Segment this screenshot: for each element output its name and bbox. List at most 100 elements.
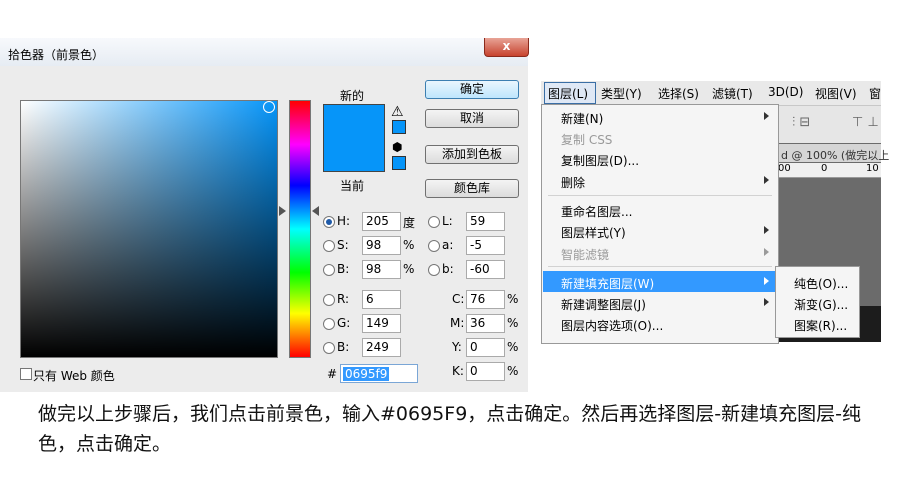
dialog-title: 拾色器（前景色） [8, 48, 105, 62]
label-y: Y: [452, 340, 462, 354]
radio-h[interactable] [323, 216, 335, 228]
menu-item-layer-style[interactable]: 图层样式(Y) [561, 224, 626, 241]
submenu-arrow-icon [764, 277, 769, 285]
radio-a[interactable] [428, 240, 440, 252]
unit-k: % [507, 364, 519, 378]
ok-button[interactable]: 确定 [425, 80, 519, 99]
web-safe-swatch[interactable] [392, 156, 406, 170]
distribute-icon[interactable]: ⊤ ⊥ [852, 115, 879, 130]
label-m: M: [450, 316, 465, 330]
label-a: a: [442, 238, 454, 252]
input-a[interactable]: -5 [466, 236, 505, 255]
submenu-item-pattern[interactable]: 图案(R)... [794, 317, 847, 334]
new-color-swatch [323, 104, 385, 141]
menubar-item-type[interactable]: 类型(Y) [601, 85, 642, 102]
saturation-brightness-field[interactable] [20, 100, 278, 358]
instruction-caption: 做完以上步骤后，我们点击前景色，输入#0695F9，点击确定。然后再选择图层-新… [38, 403, 862, 455]
hue-slider[interactable] [289, 100, 311, 358]
menubar-item-3d[interactable]: 3D(D) [768, 85, 803, 99]
input-c[interactable]: 76 [466, 290, 505, 309]
radio-s[interactable] [323, 240, 335, 252]
add-to-swatches-button[interactable]: 添加到色板 [425, 145, 519, 164]
input-g[interactable]: 149 [362, 314, 401, 333]
input-b[interactable]: 98 [362, 260, 401, 279]
input-k[interactable]: 0 [466, 362, 505, 381]
menu-item-layer-content-options[interactable]: 图层内容选项(O)... [561, 317, 663, 334]
unit-c: % [507, 292, 519, 306]
submenu-arrow-icon [764, 298, 769, 306]
hex-label: # [327, 367, 338, 381]
label-b: B: [337, 262, 350, 276]
new-color-label: 新的 [340, 89, 365, 103]
menu-separator [548, 195, 772, 196]
close-button[interactable]: x [484, 38, 529, 57]
submenu-arrow-icon [764, 112, 769, 120]
label-l: L: [442, 214, 453, 228]
menu-separator [548, 266, 772, 267]
menu-item-new-fill-layer[interactable]: 新建填充图层(W) [561, 275, 654, 292]
label-r: R: [337, 292, 350, 306]
submenu-arrow-icon [764, 248, 769, 256]
label-h: H: [337, 214, 351, 228]
hex-value[interactable]: 0695f9 [343, 367, 390, 381]
input-r[interactable]: 6 [362, 290, 401, 309]
label-lab-b: b: [442, 262, 454, 276]
menubar-item-layer[interactable]: 图层(L) [548, 85, 588, 102]
radio-lab-b[interactable] [428, 264, 440, 276]
input-h[interactable]: 205 [362, 212, 401, 231]
radio-r[interactable] [323, 294, 335, 306]
web-only-checkbox[interactable] [20, 368, 32, 380]
unit-y: % [507, 340, 519, 354]
menu-item-rename-layer[interactable]: 重命名图层... [561, 203, 632, 220]
input-lab-b[interactable]: -60 [466, 260, 505, 279]
menubar-item-filter[interactable]: 滤镜(T) [712, 85, 753, 102]
submenu-item-gradient[interactable]: 渐变(G)... [794, 296, 848, 313]
unit-m: % [507, 316, 519, 330]
menubar-item-select[interactable]: 选择(S) [658, 85, 699, 102]
document-tab-title: d @ 100% (做完以上 [781, 149, 890, 162]
ruler-label: 00 [778, 163, 791, 174]
submenu-arrow-icon [764, 176, 769, 184]
radio-g[interactable] [323, 318, 335, 330]
unit-s: % [403, 238, 415, 252]
gamut-warning-icon[interactable]: ⚠ [391, 104, 404, 120]
cancel-button[interactable]: 取消 [425, 109, 519, 128]
radio-rgb-b[interactable] [323, 342, 335, 354]
web-safe-cube-icon[interactable]: ⬢ [392, 140, 402, 154]
menu-item-copy-css: 复制 CSS [561, 133, 613, 147]
unit-b: % [403, 262, 415, 276]
radio-b[interactable] [323, 264, 335, 276]
menu-item-new-adjustment-layer[interactable]: 新建调整图层(J) [561, 296, 646, 313]
hue-slider-right-arrow-icon[interactable] [312, 206, 319, 216]
web-only-label: 只有 Web 颜色 [33, 369, 115, 383]
ruler-label: 10 [866, 163, 879, 174]
label-c: C: [452, 292, 465, 306]
label-g: G: [337, 316, 351, 330]
input-y[interactable]: 0 [466, 338, 505, 357]
submenu-item-solid-color[interactable]: 纯色(O)... [794, 275, 848, 292]
input-l[interactable]: 59 [466, 212, 505, 231]
menu-item-new[interactable]: 新建(N) [561, 110, 603, 127]
input-s[interactable]: 98 [362, 236, 401, 255]
gamut-warning-swatch[interactable] [392, 120, 406, 134]
unit-h: 度 [403, 216, 416, 230]
label-rgb-b: B: [337, 340, 350, 354]
current-color-swatch[interactable] [323, 140, 385, 172]
menubar-item-view[interactable]: 视图(V) [815, 85, 857, 102]
menubar-item-window[interactable]: 窗 [869, 85, 881, 102]
menu-item-delete[interactable]: 删除 [561, 174, 585, 191]
input-m[interactable]: 36 [466, 314, 505, 333]
submenu-arrow-icon [764, 226, 769, 234]
radio-l[interactable] [428, 216, 440, 228]
label-s: S: [337, 238, 349, 252]
hue-slider-left-arrow-icon[interactable] [279, 206, 286, 216]
input-rgb-b[interactable]: 249 [362, 338, 401, 357]
menu-item-smart-filter: 智能滤镜 [561, 248, 610, 262]
label-k: K: [452, 364, 464, 378]
color-libraries-button[interactable]: 颜色库 [425, 179, 519, 198]
current-color-label: 当前 [340, 179, 365, 193]
align-icon[interactable]: ⫶ ⊟ [792, 115, 810, 130]
menu-item-duplicate-layer[interactable]: 复制图层(D)... [561, 152, 639, 169]
color-field-marker[interactable] [263, 101, 275, 113]
ruler-label: 0 [821, 163, 828, 174]
